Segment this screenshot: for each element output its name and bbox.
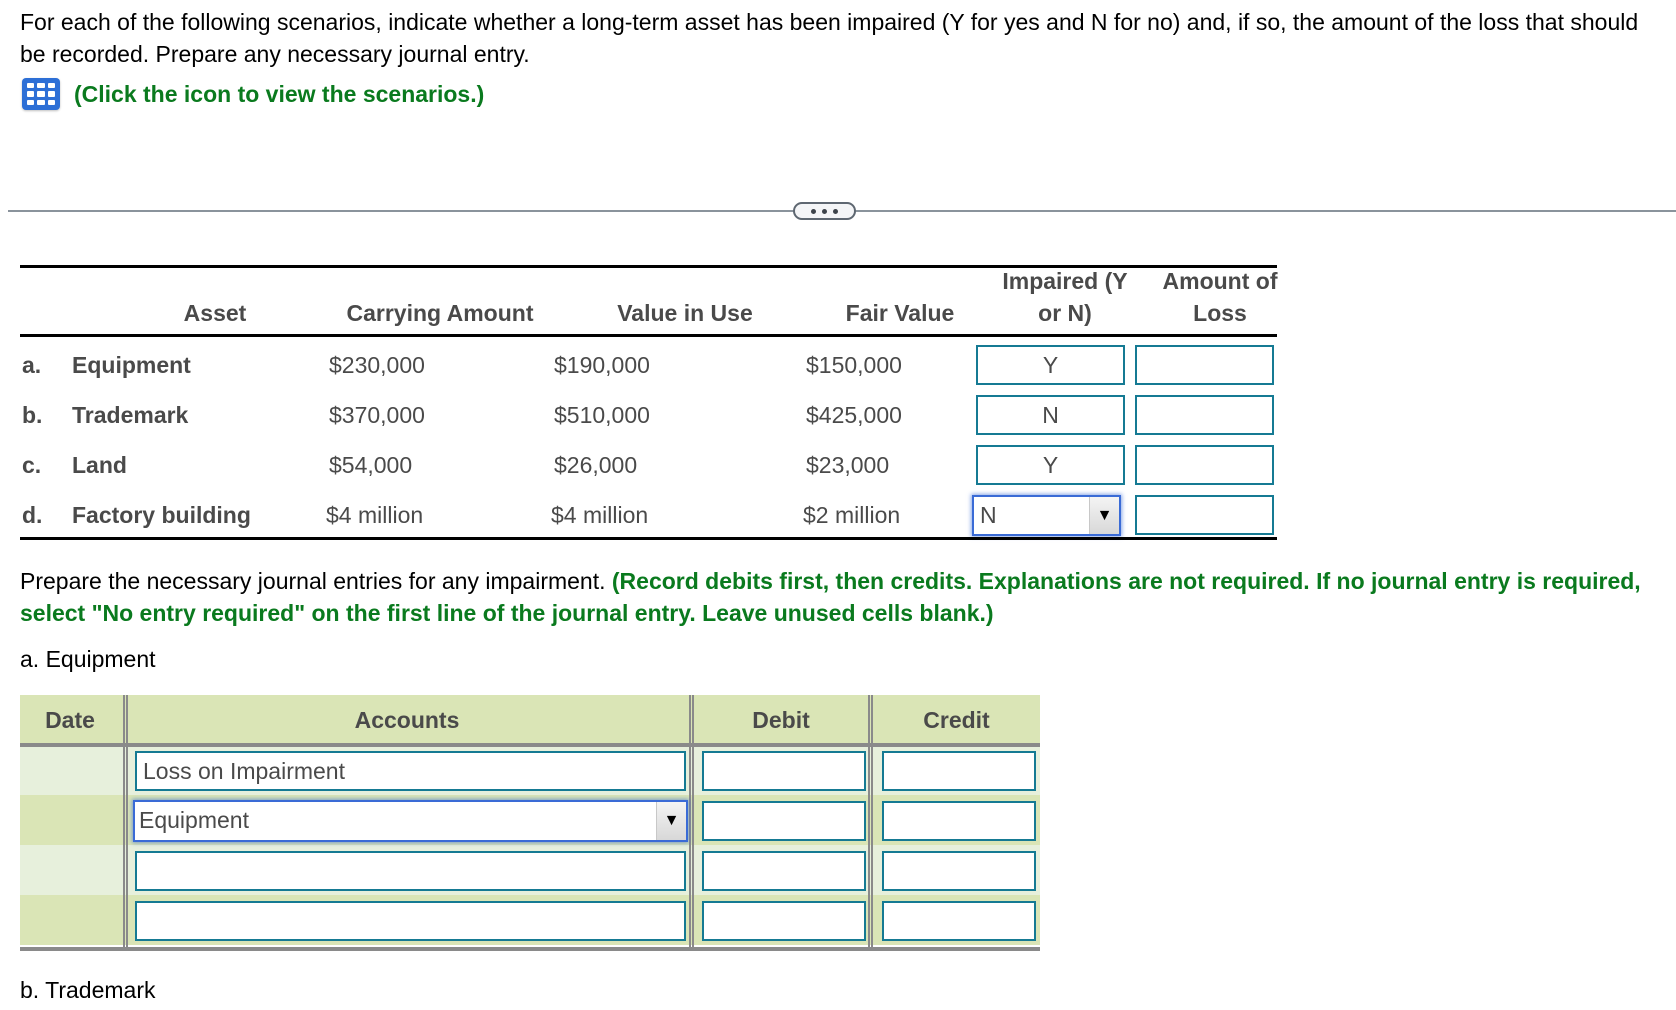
impaired-input[interactable]: Y <box>976 345 1125 385</box>
column-separator <box>868 695 873 947</box>
journal-table-equipment: Date Accounts Debit Credit Loss on Impai… <box>20 695 1040 952</box>
instructions-plain: Prepare the necessary journal entries fo… <box>20 568 612 594</box>
view-scenarios-link[interactable]: (Click the icon to view the scenarios.) <box>22 78 484 110</box>
row-asset: Trademark <box>72 402 189 428</box>
impaired-input[interactable]: Y <box>976 445 1125 485</box>
row-carrying-amount: $230,000 <box>329 352 425 378</box>
dropdown-arrow-icon[interactable]: ▼ <box>1089 497 1119 534</box>
debit-input[interactable] <box>702 851 866 891</box>
credit-input[interactable] <box>882 751 1036 791</box>
header-asset: Asset <box>183 300 247 326</box>
row-letter: b. <box>22 402 43 428</box>
header-credit: Credit <box>923 707 990 733</box>
row-carrying-amount: $54,000 <box>329 452 413 478</box>
question-intro: For each of the following scenarios, ind… <box>20 9 1639 67</box>
journal-b-label: b. Trademark <box>20 977 156 1003</box>
ellipsis-dot <box>822 208 827 214</box>
row-value-in-use: $510,000 <box>554 402 650 428</box>
loss-amount-input[interactable] <box>1135 345 1274 385</box>
row-asset: Land <box>72 452 127 478</box>
impaired-input[interactable]: N <box>976 395 1125 435</box>
row-value-in-use: $190,000 <box>554 352 650 378</box>
row-letter: a. <box>22 352 42 378</box>
credit-input[interactable] <box>882 801 1036 841</box>
header-accounts: Accounts <box>354 707 460 733</box>
header-date: Date <box>45 707 95 733</box>
account-input[interactable]: Loss on Impairment <box>135 751 686 791</box>
ellipsis-dot <box>833 208 838 214</box>
row-asset: Factory building <box>72 502 251 528</box>
row-fair-value: $2 million <box>803 502 901 528</box>
header-separator <box>20 743 1040 747</box>
account-input[interactable] <box>135 851 686 891</box>
table-header-rule <box>20 334 1277 337</box>
row-carrying-amount: $370,000 <box>329 402 425 428</box>
debit-input[interactable] <box>702 751 866 791</box>
row-fair-value: $23,000 <box>806 452 890 478</box>
row-letter: d. <box>22 502 43 528</box>
row-fair-value: $150,000 <box>806 352 902 378</box>
journal-a-label: a. Equipment <box>20 646 156 672</box>
row-letter: c. <box>22 452 42 478</box>
row-value-in-use: $4 million <box>551 502 649 528</box>
credit-input[interactable] <box>882 851 1036 891</box>
dropdown-arrow-icon[interactable]: ▼ <box>656 802 686 840</box>
view-scenarios-text[interactable]: (Click the icon to view the scenarios.) <box>74 81 484 108</box>
debit-input[interactable] <box>702 901 866 941</box>
row-fair-value: $425,000 <box>806 402 902 428</box>
account-select[interactable]: Equipment ▼ <box>133 800 688 842</box>
journal-instructions: Prepare the necessary journal entries fo… <box>20 565 1670 629</box>
bottom-separator <box>20 947 1040 951</box>
table-grid-icon[interactable] <box>22 78 60 110</box>
account-input[interactable] <box>135 901 686 941</box>
header-impaired-line2: or N) <box>1038 300 1092 326</box>
header-carrying-amount: Carrying Amount <box>346 300 534 326</box>
row-value-in-use: $26,000 <box>554 452 638 478</box>
header-fair-value: Fair Value <box>845 300 955 326</box>
loss-amount-input[interactable] <box>1135 395 1274 435</box>
row-carrying-amount: $4 million <box>326 502 424 528</box>
table-bottom-rule <box>20 537 1277 540</box>
ellipsis-dot <box>811 208 816 214</box>
column-separator <box>689 695 694 947</box>
row-asset: Equipment <box>72 352 191 378</box>
expand-ellipsis-button[interactable] <box>793 202 856 220</box>
header-impaired-line1: Impaired (Y <box>1002 268 1128 294</box>
header-value-in-use: Value in Use <box>617 300 753 326</box>
loss-amount-input[interactable] <box>1135 445 1274 485</box>
credit-input[interactable] <box>882 901 1036 941</box>
column-separator <box>123 695 128 947</box>
impaired-select[interactable]: N ▼ <box>972 495 1121 536</box>
account-select-value: Equipment <box>139 807 249 833</box>
header-loss-line1: Amount of <box>1162 268 1278 294</box>
loss-amount-input[interactable] <box>1135 495 1274 535</box>
impaired-select-value: N <box>980 502 997 528</box>
header-debit: Debit <box>752 707 810 733</box>
debit-input[interactable] <box>702 801 866 841</box>
header-loss-line2: Loss <box>1193 300 1247 326</box>
